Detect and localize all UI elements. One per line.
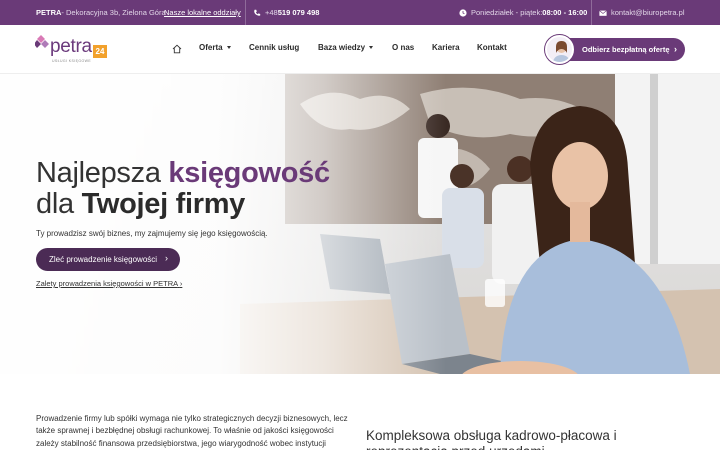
topbar-divider: [245, 0, 246, 25]
logo-badge: 24: [93, 45, 107, 58]
address-text: - Dekoracyjna 3b, Zielona Góra: [61, 8, 166, 17]
offices-link[interactable]: Nasze lokalne oddziały: [164, 0, 241, 25]
phone-number: 519 079 498: [277, 8, 320, 17]
company-address: PETRA - Dekoracyjna 3b, Zielona Góra: [36, 0, 166, 25]
chevron-down-icon: [226, 46, 231, 49]
clock-icon: [459, 8, 467, 17]
order-accounting-button[interactable]: Zleć prowadzenie księgowości ›: [36, 248, 180, 271]
email-link[interactable]: kontakt@biuropetra.pl: [599, 0, 685, 25]
nav-item-oferta[interactable]: Oferta: [199, 43, 231, 52]
chevron-right-icon: ›: [165, 253, 168, 263]
free-offer-button[interactable]: Odbierz bezpłatną ofertę ›: [545, 35, 685, 64]
envelope-icon: [599, 9, 607, 16]
consultant-avatar: [545, 35, 574, 64]
topbar-divider: [591, 0, 592, 25]
logo-brand-text: petra: [50, 36, 92, 57]
logo-tagline: USŁUGI KSIĘGOWE: [52, 59, 92, 63]
chevron-right-icon: ›: [674, 44, 677, 54]
offices-link-label: Nasze lokalne oddziały: [164, 8, 241, 17]
site-logo[interactable]: petra 24 USŁUGI KSIĘGOWE: [35, 34, 107, 66]
services-heading: Kompleksowa obsługa kadrowo-płacowa i re…: [366, 428, 617, 450]
site-header: petra 24 USŁUGI KSIĘGOWE Oferta Cennik u…: [0, 25, 720, 74]
order-accounting-label: Zleć prowadzenie księgowości: [49, 255, 158, 264]
nav-item-cennik[interactable]: Cennik usług: [249, 43, 299, 52]
nav-item-kariera[interactable]: Kariera: [432, 43, 460, 52]
nav-item-kontakt[interactable]: Kontakt: [477, 43, 507, 52]
advantages-link[interactable]: Zalety prowadzenia księgowości w PETRA ›: [36, 279, 182, 288]
nav-item-label: O nas: [392, 43, 415, 52]
hero-subtitle: Ty prowadzisz swój biznes, my zajmujemy …: [36, 229, 268, 238]
chevron-right-icon: ›: [179, 279, 183, 288]
free-offer-label: Odbierz bezpłatną ofertę: [582, 45, 670, 54]
hero-title-part1: Najlepsza: [36, 157, 169, 189]
hero-title-bold: Twojej firmy: [81, 188, 246, 220]
nav-item-label: Kontakt: [477, 43, 507, 52]
phone-prefix: +48: [265, 8, 278, 17]
hero-title-accent: księgowość: [168, 157, 330, 189]
phone-link[interactable]: +48 519 079 498: [253, 0, 319, 25]
nav-item-label: Oferta: [199, 43, 223, 52]
nav-item-label: Cennik usług: [249, 43, 300, 52]
nav-item-o-nas[interactable]: O nas: [392, 43, 414, 52]
company-name: PETRA: [36, 8, 62, 17]
intro-section: Prowadzenie firmy lub spółki wymaga nie …: [0, 374, 720, 450]
nav-item-label: Baza wiedzy: [318, 43, 366, 52]
nav-item-label: Kariera: [432, 43, 460, 52]
hero-title: Najlepsza księgowość dla Twojej firmy: [36, 158, 330, 220]
home-icon[interactable]: [172, 44, 182, 54]
hours-label: Poniedziałek - piątek:: [471, 8, 543, 17]
nav-item-baza-wiedzy[interactable]: Baza wiedzy: [318, 43, 374, 52]
hero-section: Najlepsza księgowość dla Twojej firmy Ty…: [0, 74, 720, 374]
hero-title-part2: dla: [36, 188, 82, 220]
top-info-bar: PETRA - Dekoracyjna 3b, Zielona Góra Nas…: [0, 0, 720, 25]
intro-paragraph: Prowadzenie firmy lub spółki wymaga nie …: [36, 414, 348, 448]
hours-value: 08:00 - 16:00: [542, 8, 588, 17]
phone-icon: [254, 9, 261, 16]
hero-overlay: [0, 74, 720, 374]
chevron-down-icon: [369, 46, 374, 49]
advantages-link-label: Zalety prowadzenia księgowości w PETRA: [36, 279, 178, 288]
email-address: kontakt@biuropetra.pl: [611, 8, 685, 17]
person-icon: [552, 41, 571, 62]
opening-hours: Poniedziałek - piątek: 08:00 - 16:00: [459, 0, 587, 25]
